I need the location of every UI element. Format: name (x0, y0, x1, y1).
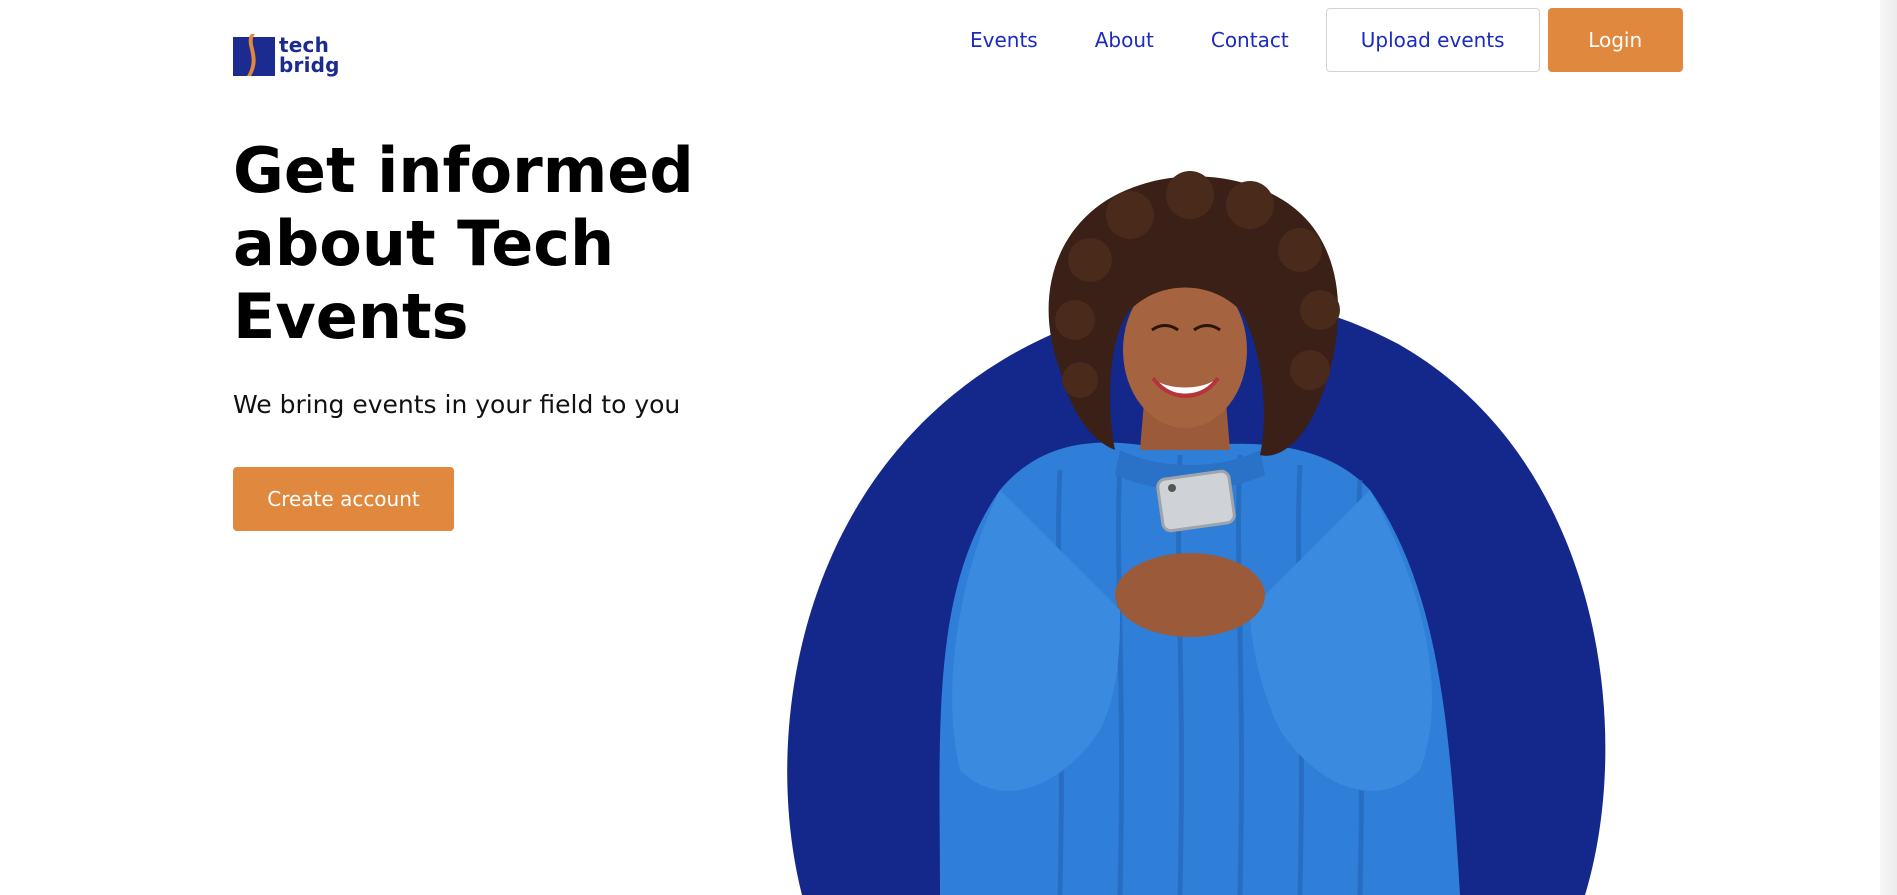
logo-wordmark: tech bridg (279, 35, 340, 75)
hero-subtitle: We bring events in your field to you (233, 390, 681, 419)
nav-link-events[interactable]: Events (970, 28, 1038, 52)
phone-icon (1156, 469, 1236, 533)
logo-icon (233, 34, 275, 76)
login-button[interactable]: Login (1547, 8, 1683, 72)
nav-link-about[interactable]: About (1095, 28, 1154, 52)
upload-events-button[interactable]: Upload events (1325, 8, 1540, 72)
landing-page: tech bridg Events About Contact Upload e… (0, 0, 1897, 895)
hero-title: Get informed about Tech Events (233, 134, 703, 353)
logo-line-2: bridg (279, 53, 340, 77)
hands (1115, 553, 1265, 637)
hero-title-line-3: Events (233, 280, 469, 353)
hero-illustration (787, 171, 1606, 895)
hero-title-line-1: Get informed (233, 134, 694, 207)
logo[interactable]: tech bridg (233, 30, 343, 80)
window-edge (1880, 0, 1897, 895)
nav-link-contact[interactable]: Contact (1211, 28, 1289, 52)
hero-title-line-2: about Tech (233, 207, 615, 280)
main-nav: Events About Contact Upload events Login (970, 8, 1683, 72)
logo-line-1: tech (279, 33, 330, 57)
create-account-button[interactable]: Create account (233, 467, 454, 531)
